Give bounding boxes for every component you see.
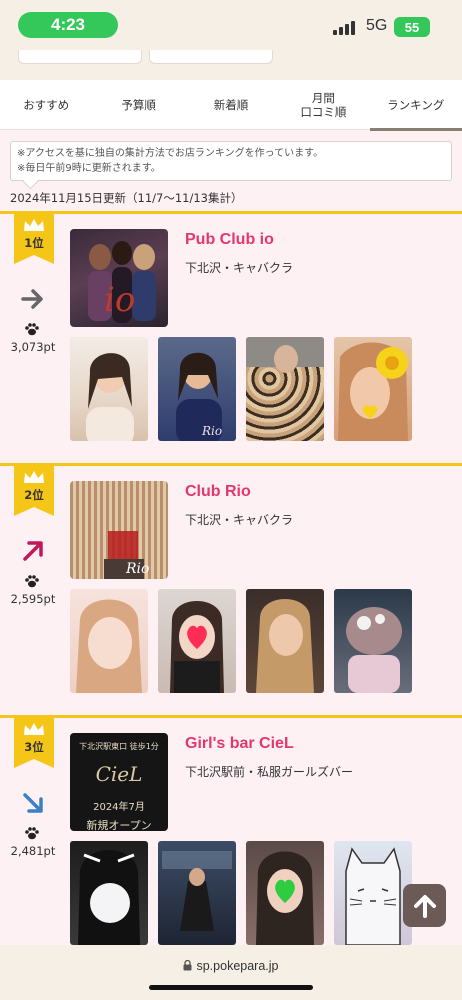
cast-photo[interactable]: Rio bbox=[158, 337, 236, 441]
rank-badge: 3位 bbox=[14, 718, 54, 768]
tab-budget[interactable]: 予算順 bbox=[92, 80, 184, 130]
lock-icon bbox=[183, 959, 192, 974]
paw-icon bbox=[25, 827, 39, 840]
crown-icon bbox=[23, 218, 45, 232]
cast-photo[interactable] bbox=[70, 841, 148, 945]
sign-logo: CieL bbox=[95, 762, 143, 786]
cast-photo[interactable] bbox=[70, 337, 148, 441]
svg-text:Rio: Rio bbox=[201, 424, 222, 438]
ranking-card-1[interactable]: 1位 3,073pt io Pub Club io 下北沢・キャバクラ Rio bbox=[0, 211, 462, 465]
cast-photo-row bbox=[70, 841, 412, 945]
scroll-to-top-button[interactable] bbox=[403, 884, 446, 927]
svg-text:Rio: Rio bbox=[125, 561, 149, 577]
sign-line-1: 下北沢駅東口 徒歩1分 bbox=[79, 742, 159, 751]
paw-icon bbox=[25, 323, 39, 336]
shop-thumbnail[interactable]: Rio bbox=[70, 481, 168, 579]
sign-open: 新規オープン bbox=[86, 819, 152, 831]
shop-name[interactable]: Club Rio bbox=[185, 483, 251, 501]
shop-area-genre: 下北沢駅前・私服ガールズバー bbox=[185, 765, 354, 779]
notice-line-2: ※毎日午前9時に更新されます。 bbox=[17, 163, 161, 174]
trend-up-arrow-icon bbox=[23, 541, 43, 561]
svg-text:io: io bbox=[104, 280, 135, 320]
trend-flat-arrow-icon bbox=[21, 289, 43, 309]
paw-icon bbox=[25, 575, 39, 588]
cast-photo[interactable] bbox=[158, 589, 236, 693]
search-field-left[interactable] bbox=[18, 50, 142, 64]
rank-label: 2位 bbox=[24, 488, 44, 502]
tab-ranking[interactable]: ランキング bbox=[369, 80, 462, 131]
updated-date: 2024年11月15日更新（11/7〜11/13集計） bbox=[10, 191, 243, 205]
tab-recommended[interactable]: おすすめ bbox=[0, 80, 92, 130]
browser-url-bar[interactable]: sp.pokepara.jp bbox=[0, 945, 462, 1000]
arrow-up-icon bbox=[413, 894, 436, 918]
cast-photo[interactable] bbox=[334, 589, 412, 693]
cast-photo[interactable] bbox=[246, 841, 324, 945]
cast-photo[interactable] bbox=[246, 337, 324, 441]
ranking-points: 2,481pt bbox=[10, 844, 56, 858]
status-bar: 4:23 5G 55 bbox=[0, 0, 462, 50]
cast-photo-row: Rio bbox=[70, 337, 412, 441]
cast-photo[interactable] bbox=[158, 841, 236, 945]
shop-thumbnail[interactable]: io bbox=[70, 229, 168, 327]
crown-icon bbox=[23, 722, 45, 736]
ranking-card-2[interactable]: 2位 2,595pt Rio Club Rio 下北沢・キャバクラ bbox=[0, 463, 462, 717]
cast-photo[interactable] bbox=[334, 841, 412, 945]
trend-down-arrow-icon bbox=[23, 793, 43, 813]
search-area bbox=[0, 50, 462, 80]
rank-label: 3位 bbox=[24, 740, 44, 754]
status-time: 4:23 bbox=[18, 12, 118, 38]
cast-photo[interactable] bbox=[70, 589, 148, 693]
home-indicator[interactable] bbox=[149, 985, 313, 990]
shop-logo-rio: Rio bbox=[104, 531, 149, 579]
shop-logo-io: io bbox=[88, 241, 156, 323]
rank-badge: 1位 bbox=[14, 214, 54, 264]
crown-icon bbox=[23, 470, 45, 484]
tab-monthly-reviews[interactable]: 月間 口コミ順 bbox=[277, 80, 369, 130]
sign-date: 2024年7月 bbox=[93, 802, 145, 813]
rank-badge: 2位 bbox=[14, 466, 54, 516]
rank-label: 1位 bbox=[24, 236, 44, 250]
url-text: sp.pokepara.jp bbox=[196, 959, 279, 973]
shop-name[interactable]: Girl's bar CieL bbox=[185, 735, 294, 753]
ranking-points: 2,595pt bbox=[10, 592, 56, 606]
search-field-right[interactable] bbox=[149, 50, 273, 64]
tab-newest[interactable]: 新着順 bbox=[185, 80, 277, 130]
ranking-points: 3,073pt bbox=[10, 340, 56, 354]
shop-thumbnail[interactable]: 下北沢駅東口 徒歩1分 CieL 2024年7月 新規オープン bbox=[70, 733, 168, 831]
sort-tabs: おすすめ 予算順 新着順 月間 口コミ順 ランキング bbox=[0, 80, 462, 131]
shop-area-genre: 下北沢・キャバクラ bbox=[185, 261, 294, 275]
shop-name[interactable]: Pub Club io bbox=[185, 231, 274, 249]
signal-icon bbox=[333, 19, 355, 35]
network-type: 5G bbox=[366, 17, 388, 34]
notice-line-1: ※アクセスを基に独自の集計方法でお店ランキングを作っています。 bbox=[17, 148, 324, 159]
shop-area-genre: 下北沢・キャバクラ bbox=[185, 513, 294, 527]
ranking-notice: ※アクセスを基に独自の集計方法でお店ランキングを作っています。 ※毎日午前9時に… bbox=[10, 141, 452, 181]
cast-photo[interactable] bbox=[334, 337, 412, 441]
url-display[interactable]: sp.pokepara.jp bbox=[0, 959, 462, 974]
battery-level: 55 bbox=[404, 19, 420, 35]
battery-icon: 55 bbox=[394, 17, 430, 37]
ranking-card-3[interactable]: 3位 2,481pt 下北沢駅東口 徒歩1分 CieL 2024年7月 新規オー… bbox=[0, 715, 462, 955]
cast-photo[interactable] bbox=[246, 589, 324, 693]
cast-photo-row bbox=[70, 589, 412, 693]
